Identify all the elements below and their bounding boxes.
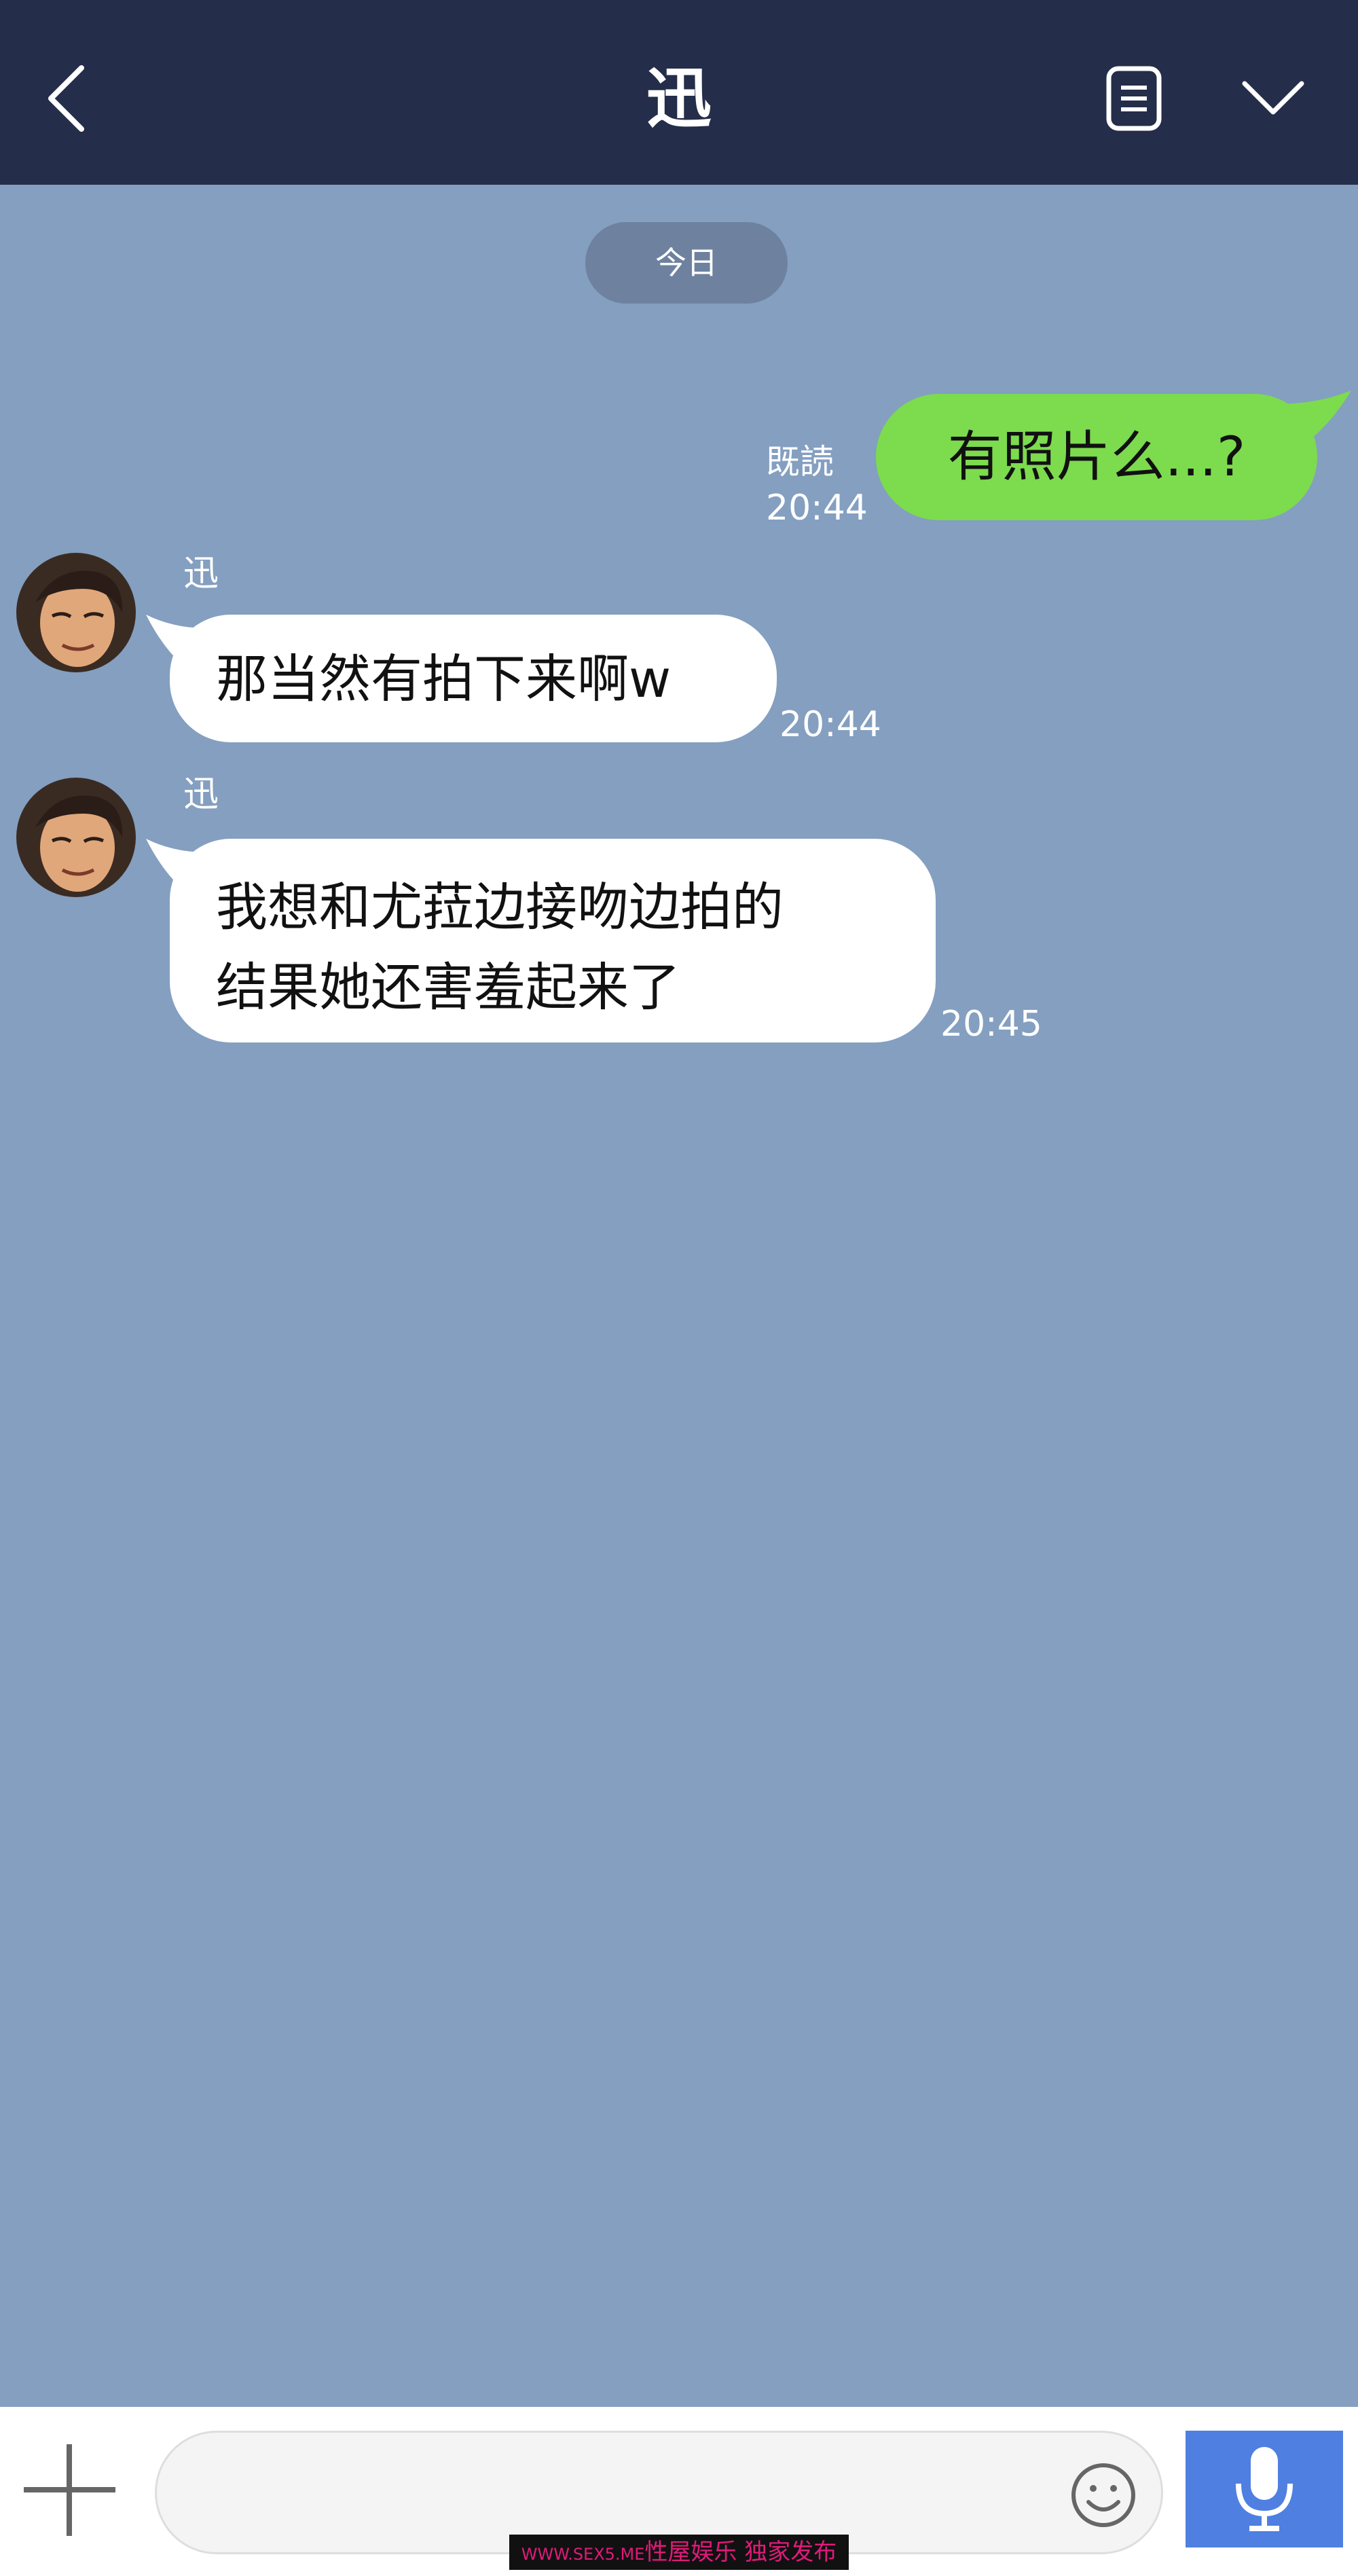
incoming-message-bubble[interactable]: 那当然有拍下来啊w: [170, 615, 777, 742]
plus-icon[interactable]: [20, 2441, 119, 2539]
sender-name: 迅: [183, 554, 219, 594]
chat-header: 迅: [0, 0, 1358, 185]
watermark: WWW.SEX5.ME性屋娱乐 独家发布: [509, 2535, 849, 2570]
note-icon[interactable]: [1103, 65, 1164, 132]
incoming-message-bubble[interactable]: 我想和尤菈边接吻边拍的 结果她还害羞起来了: [170, 839, 936, 1042]
watermark-text: 性屋娱乐 独家发布: [644, 2539, 837, 2566]
message-time: 20:44: [766, 488, 868, 528]
message-time: 20:45: [940, 1004, 1042, 1045]
read-receipt: 既読: [766, 442, 834, 482]
voice-button[interactable]: [1186, 2431, 1343, 2547]
message-text: 那当然有拍下来啊w: [216, 649, 672, 709]
chevron-down-icon[interactable]: [1239, 71, 1307, 126]
date-divider: 今日: [585, 222, 788, 304]
watermark-site: WWW.SEX5.ME: [521, 2545, 645, 2564]
message-time: 20:44: [779, 704, 881, 745]
smiley-icon[interactable]: [1069, 2461, 1137, 2529]
sender-name: 迅: [183, 774, 219, 815]
avatar[interactable]: [15, 776, 137, 899]
avatar[interactable]: [15, 551, 137, 674]
message-input[interactable]: [198, 2460, 1083, 2529]
microphone-icon: [1236, 2447, 1293, 2531]
message-text-line: 结果她还害羞起来了: [216, 957, 680, 1017]
outgoing-message-bubble[interactable]: 有照片么...?: [876, 394, 1317, 520]
message-text-line: 我想和尤菈边接吻边拍的: [216, 877, 784, 937]
